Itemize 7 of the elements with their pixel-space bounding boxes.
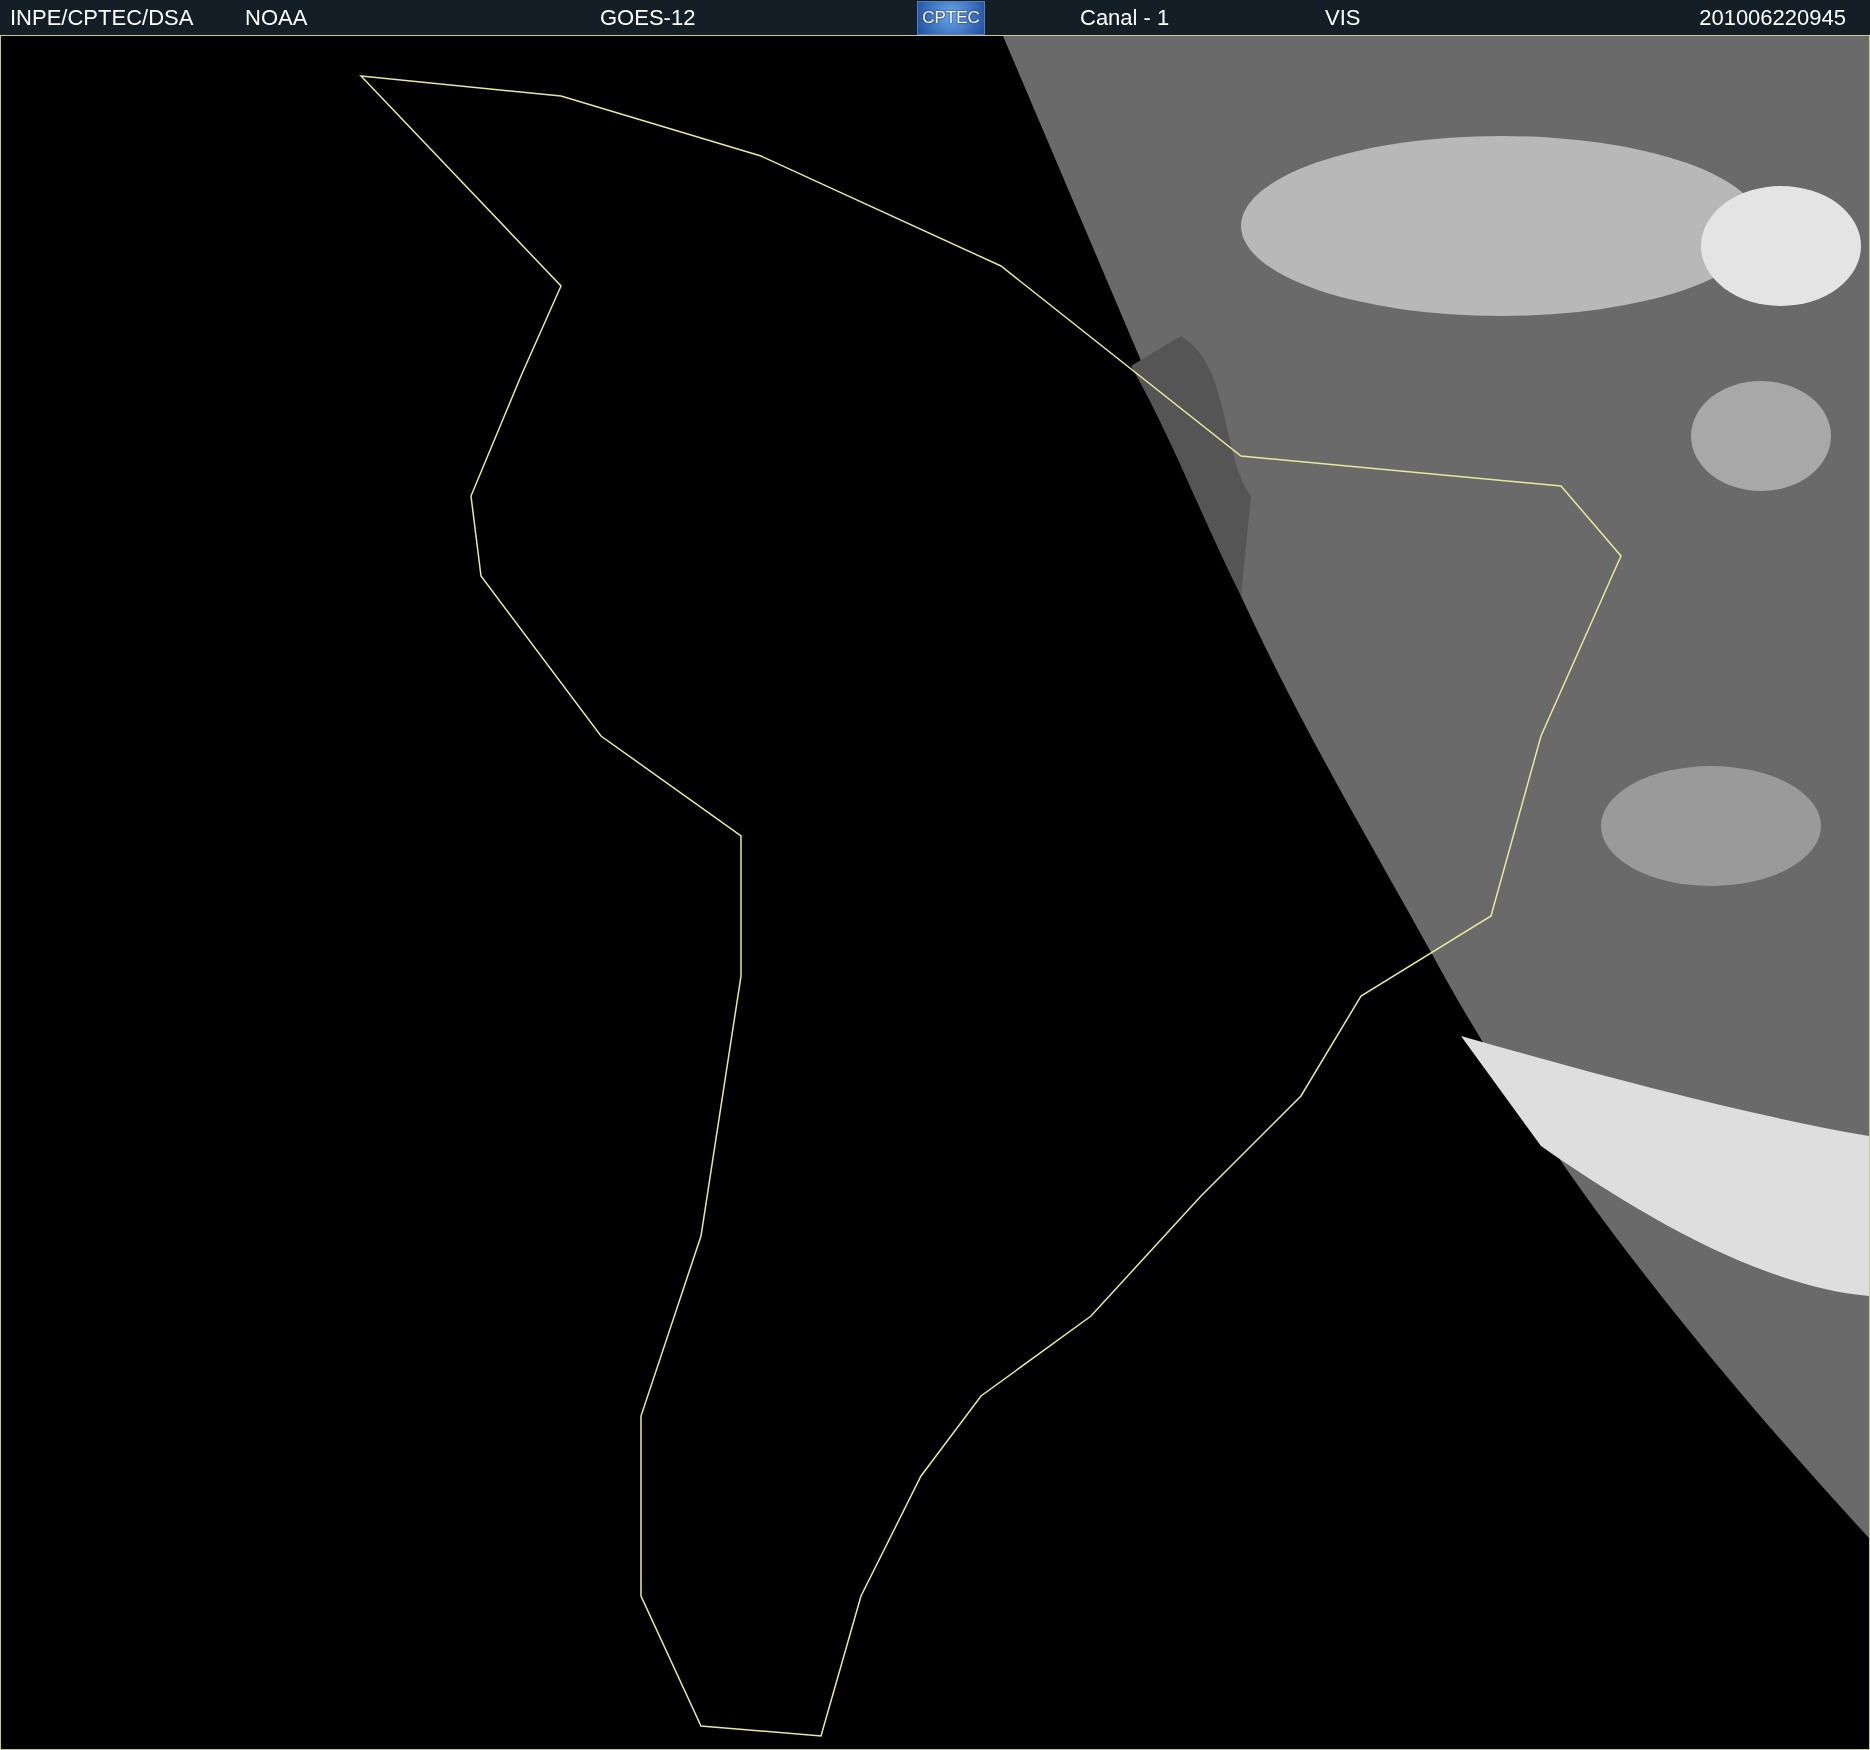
- timestamp: 201006220945: [1699, 4, 1846, 31]
- header-label: NOAA: [245, 4, 308, 31]
- header-label: VIS: [1325, 4, 1361, 31]
- cptec-logo: CPTEC: [917, 0, 985, 35]
- header-label: INPE/CPTEC/DSA: [10, 4, 194, 31]
- header-label: GOES-12: [600, 4, 696, 31]
- header-label: Canal - 1: [1080, 4, 1170, 31]
